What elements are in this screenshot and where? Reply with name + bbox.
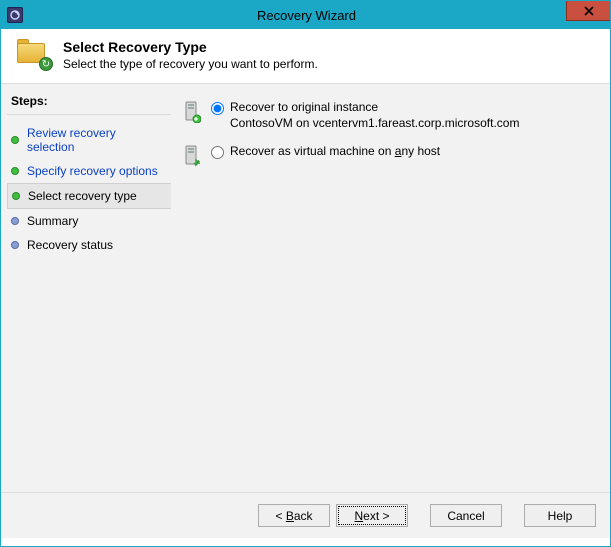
step-bullet-icon — [12, 192, 20, 200]
option-recover-original[interactable]: Recover to original instance ContosoVM o… — [181, 100, 594, 130]
app-icon — [7, 7, 23, 23]
wizard-body: Steps: Review recovery selection Specify… — [1, 83, 610, 492]
option-recover-any-host[interactable]: Recover as virtual machine on any host — [181, 144, 594, 167]
option-label: Recover as virtual machine on any host — [230, 144, 594, 158]
step-label: Specify recovery options — [27, 164, 158, 178]
radio-recover-any-host[interactable] — [211, 146, 224, 159]
step-bullet-icon — [11, 217, 19, 225]
step-summary: Summary — [7, 209, 171, 233]
radio-recover-original[interactable] — [211, 102, 224, 115]
step-bullet-icon — [11, 136, 19, 144]
back-button[interactable]: < Back — [258, 504, 330, 527]
step-bullet-icon — [11, 167, 19, 175]
option-detail: ContosoVM on vcentervm1.fareast.corp.mic… — [230, 116, 594, 130]
title-bar: Recovery Wizard — [1, 1, 610, 29]
steps-sidebar: Steps: Review recovery selection Specify… — [1, 84, 171, 492]
cancel-button[interactable]: Cancel — [430, 504, 502, 527]
step-specify-recovery-options[interactable]: Specify recovery options — [7, 159, 171, 183]
steps-list: Review recovery selection Specify recove… — [7, 121, 171, 257]
step-label: Review recovery selection — [27, 126, 165, 154]
step-label: Recovery status — [27, 238, 113, 252]
main-panel: Recover to original instance ContosoVM o… — [171, 84, 610, 492]
close-button[interactable] — [566, 1, 610, 21]
window-title: Recovery Wizard — [23, 8, 610, 23]
step-select-recovery-type: Select recovery type — [7, 183, 171, 209]
wizard-footer: < Back Next > Cancel Help — [1, 492, 610, 538]
steps-heading: Steps: — [7, 92, 171, 115]
close-icon — [584, 6, 594, 16]
server-anyhost-icon — [181, 145, 203, 167]
page-title: Select Recovery Type — [63, 39, 318, 55]
help-button[interactable]: Help — [524, 504, 596, 527]
step-label: Select recovery type — [28, 189, 137, 203]
server-original-icon — [181, 101, 203, 123]
option-label: Recover to original instance — [230, 100, 594, 114]
step-review-recovery-selection[interactable]: Review recovery selection — [7, 121, 171, 159]
page-header: ↻ Select Recovery Type Select the type o… — [1, 29, 610, 83]
page-subtitle: Select the type of recovery you want to … — [63, 57, 318, 71]
recovery-folder-icon: ↻ — [17, 39, 51, 69]
step-bullet-icon — [11, 241, 19, 249]
step-label: Summary — [27, 214, 78, 228]
next-button[interactable]: Next > — [336, 504, 408, 527]
step-recovery-status: Recovery status — [7, 233, 171, 257]
